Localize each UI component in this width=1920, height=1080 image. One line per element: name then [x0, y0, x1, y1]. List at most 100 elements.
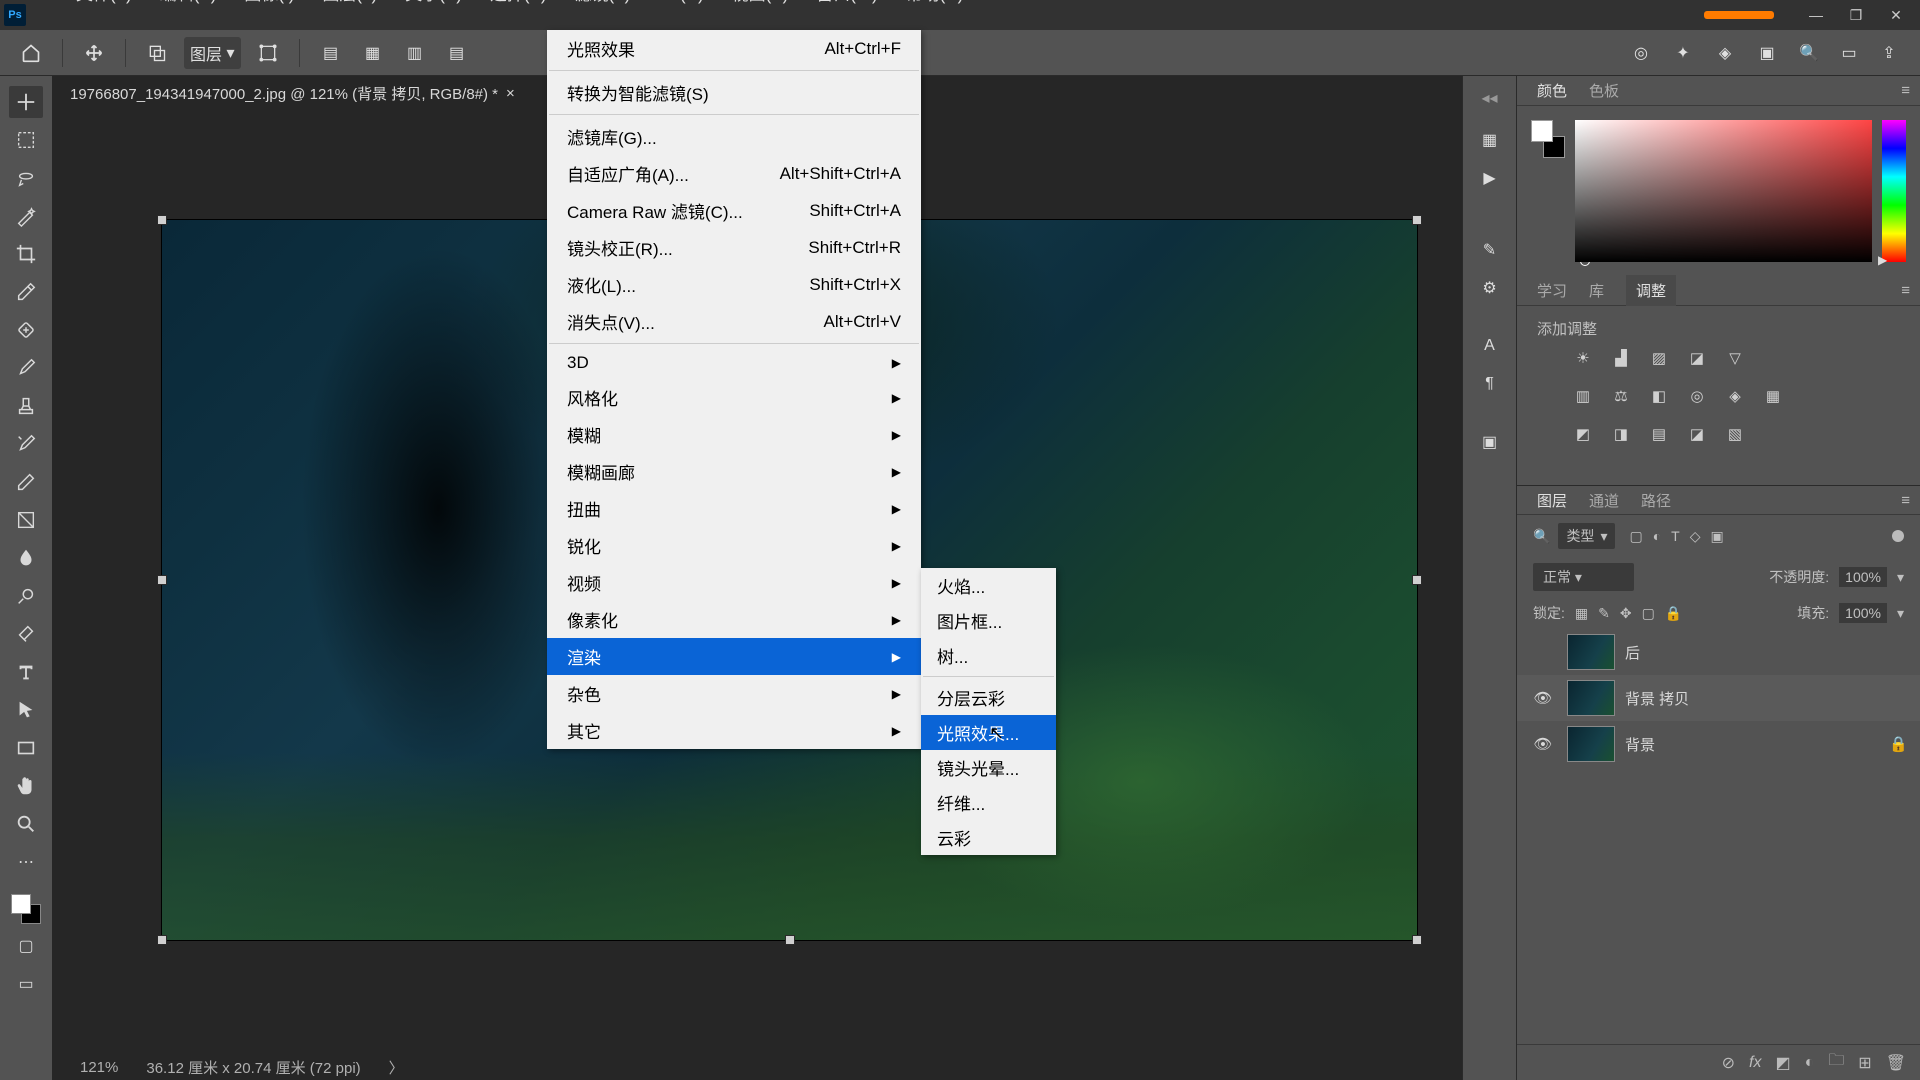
menu-type[interactable]: 文字(Y)	[391, 0, 476, 8]
menu-file[interactable]: 文件(F)	[62, 0, 146, 8]
layer-name[interactable]: 背景	[1625, 734, 1655, 755]
actions-panel-icon[interactable]: ▶	[1474, 164, 1506, 192]
delete-layer-icon[interactable]: 🗑	[1886, 1053, 1906, 1073]
quickmask-tool[interactable]: ▢	[9, 930, 43, 962]
align-hcenter-icon[interactable]: ▦	[358, 38, 388, 68]
transform-handle[interactable]	[785, 935, 795, 945]
filter-adjust-icon[interactable]: ◐	[1653, 528, 1661, 545]
menu-filter[interactable]: 滤镜(T)	[561, 0, 645, 8]
hand-tool[interactable]	[9, 770, 43, 802]
menu-convert-smart[interactable]: 转换为智能滤镜(S)	[547, 74, 921, 111]
invert-icon[interactable]: ◩	[1571, 423, 1595, 445]
heal-tool[interactable]	[9, 314, 43, 346]
gradient-tool[interactable]	[9, 504, 43, 536]
menu-distort[interactable]: 扭曲▶	[547, 490, 921, 527]
menu-pixelate[interactable]: 像素化▶	[547, 601, 921, 638]
3d-dolly-icon[interactable]: ◈	[1710, 38, 1740, 68]
auto-select-icon[interactable]	[142, 38, 172, 68]
photo-filter-icon[interactable]: ◎	[1685, 385, 1709, 407]
color-field[interactable]	[1575, 120, 1872, 262]
search-icon[interactable]: 🔍	[1533, 528, 1550, 545]
menu-camera-raw[interactable]: Camera Raw 滤镜(C)...Shift+Ctrl+A	[547, 192, 921, 229]
mask-icon[interactable]: ◩	[1775, 1053, 1790, 1073]
vibrance-icon[interactable]: ▽	[1723, 347, 1747, 369]
eyedropper-tool[interactable]	[9, 276, 43, 308]
layer-thumbnail[interactable]	[1567, 726, 1615, 762]
layer-thumbnail[interactable]	[1567, 634, 1615, 670]
menu-video[interactable]: 视频▶	[547, 564, 921, 601]
history-brush-tool[interactable]	[9, 428, 43, 460]
workspace-icon[interactable]: ▭	[1834, 38, 1864, 68]
panel-menu-icon[interactable]: ≡	[1901, 82, 1920, 99]
menu-lens-correct[interactable]: 镜头校正(R)...Shift+Ctrl+R	[547, 229, 921, 266]
new-layer-icon[interactable]: ⊞	[1858, 1053, 1871, 1073]
threshold-icon[interactable]: ▤	[1647, 423, 1671, 445]
history-panel-icon[interactable]: ▦	[1474, 126, 1506, 154]
menu-image[interactable]: 图像(I)	[230, 0, 308, 8]
menu-layer[interactable]: 图层(L)	[308, 0, 391, 8]
menu-liquify[interactable]: 液化(L)...Shift+Ctrl+X	[547, 266, 921, 303]
align-top-icon[interactable]: ▤	[442, 38, 472, 68]
fill-input[interactable]: 100%	[1839, 603, 1887, 623]
blend-mode[interactable]: 正常 ▾	[1533, 563, 1634, 591]
type-tool[interactable]	[9, 656, 43, 688]
submenu-lens-flare[interactable]: 镜头光晕...	[921, 750, 1056, 785]
layer-thumbnail[interactable]	[1567, 680, 1615, 716]
opacity-input[interactable]: 100%	[1839, 567, 1887, 587]
brightness-icon[interactable]: ☀	[1571, 347, 1595, 369]
blur-tool[interactable]	[9, 542, 43, 574]
foreground-swatch[interactable]	[11, 894, 31, 914]
panel-menu-icon[interactable]: ≡	[1901, 282, 1920, 299]
menu-window[interactable]: 窗口(W)	[802, 0, 891, 8]
align-left-icon[interactable]: ▤	[316, 38, 346, 68]
transform-handle[interactable]	[157, 575, 167, 585]
screenmode-tool[interactable]: ▭	[9, 968, 43, 1000]
document-tab[interactable]: 19766807_194341947000_2.jpg @ 121% (背景 拷…	[70, 83, 515, 104]
filter-type-icon[interactable]: T	[1671, 528, 1680, 545]
maximize-button[interactable]: ❐	[1848, 7, 1864, 23]
filter-toggle[interactable]	[1892, 530, 1904, 542]
submenu-picture-frame[interactable]: 图片框...	[921, 603, 1056, 638]
menu-blur[interactable]: 模糊▶	[547, 416, 921, 453]
hue-icon[interactable]: ▥	[1571, 385, 1595, 407]
filter-smart-icon[interactable]: ▣	[1711, 528, 1724, 545]
bw-icon[interactable]: ◧	[1647, 385, 1671, 407]
menu-3d[interactable]: 3D(D)	[644, 0, 717, 8]
tab-paths[interactable]: 路径	[1641, 490, 1671, 511]
marquee-tool[interactable]	[9, 124, 43, 156]
layer-item[interactable]: 👁 背景 拷贝	[1517, 675, 1920, 721]
exposure-icon[interactable]: ◪	[1685, 347, 1709, 369]
status-zoom[interactable]: 121%	[80, 1059, 118, 1076]
menu-adaptive-wide[interactable]: 自适应广角(A)...Alt+Shift+Ctrl+A	[547, 155, 921, 192]
stamp-tool[interactable]	[9, 390, 43, 422]
levels-icon[interactable]: ▟	[1609, 347, 1633, 369]
transform-handle[interactable]	[1412, 215, 1422, 225]
cc-home-tab[interactable]	[1704, 11, 1774, 19]
submenu-flame[interactable]: 火焰...	[921, 568, 1056, 603]
transform-controls-icon[interactable]	[253, 38, 283, 68]
selcolor-icon[interactable]: ▧	[1723, 423, 1747, 445]
search-icon[interactable]: 🔍	[1794, 38, 1824, 68]
transform-handle[interactable]	[157, 935, 167, 945]
filter-pixel-icon[interactable]: ▢	[1629, 528, 1642, 545]
visibility-toggle[interactable]: 👁	[1529, 735, 1557, 753]
tab-adjustments[interactable]: 调整	[1626, 275, 1676, 306]
menu-stylize[interactable]: 风格化▶	[547, 379, 921, 416]
para-panel-icon[interactable]: ¶	[1474, 370, 1506, 398]
pen-tool[interactable]	[9, 618, 43, 650]
minimize-button[interactable]: —	[1808, 7, 1824, 23]
brush-tool[interactable]	[9, 352, 43, 384]
eraser-tool[interactable]	[9, 466, 43, 498]
tab-libraries[interactable]: 库	[1589, 280, 1604, 301]
submenu-tree[interactable]: 树...	[921, 638, 1056, 673]
color-swatches[interactable]	[11, 894, 41, 924]
move-tool[interactable]	[9, 86, 43, 118]
lock-all-icon[interactable]: 🔒	[1665, 605, 1682, 622]
hue-slider[interactable]: ▶	[1882, 120, 1906, 262]
home-icon[interactable]	[16, 38, 46, 68]
panel-menu-icon[interactable]: ≡	[1901, 492, 1920, 509]
menu-filter-gallery[interactable]: 滤镜库(G)...	[547, 118, 921, 155]
move-tool-icon[interactable]	[79, 38, 109, 68]
transform-handle[interactable]	[1412, 575, 1422, 585]
status-more-icon[interactable]: 〉	[389, 1057, 404, 1078]
